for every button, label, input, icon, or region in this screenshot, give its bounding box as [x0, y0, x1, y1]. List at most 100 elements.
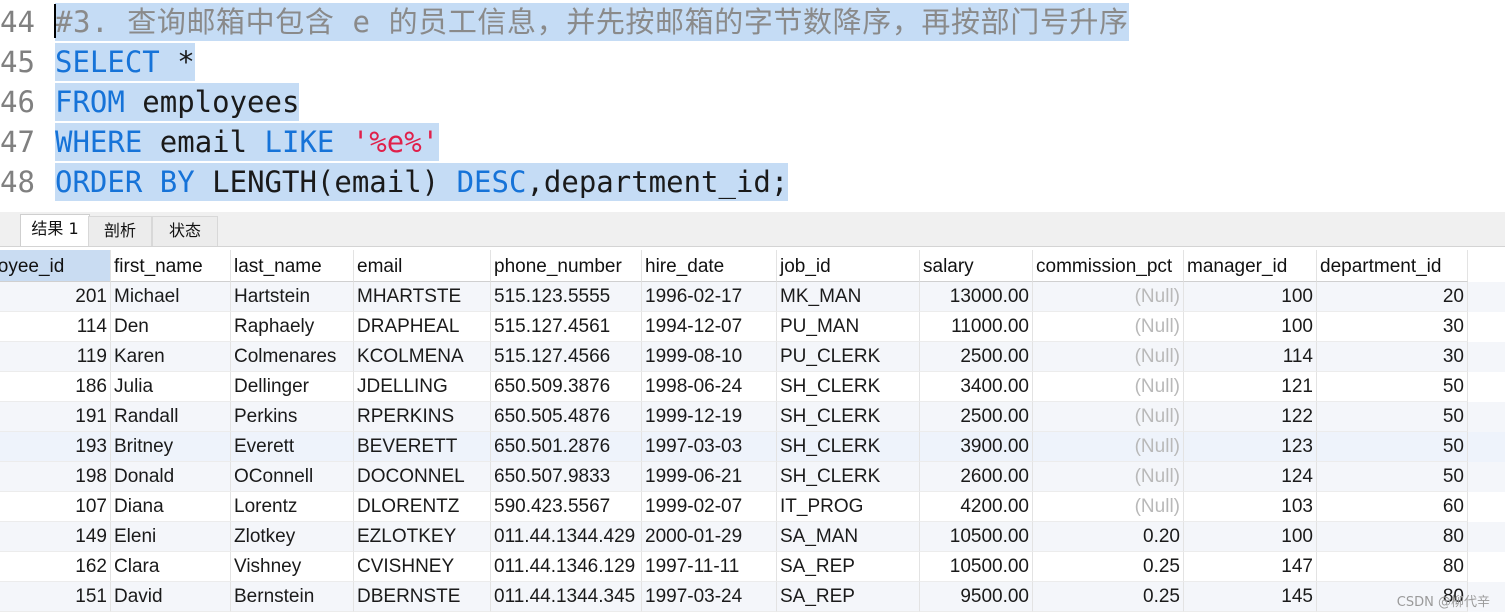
table-row[interactable]: 107 Diana Lorentz DLORENTZ 590.423.5567 1999-…: [0, 492, 1505, 522]
cell-hire-date[interactable]: 1997-03-24: [642, 582, 777, 612]
cell-salary[interactable]: 3400.00: [920, 372, 1033, 402]
cell-employee-id[interactable]: 186: [0, 372, 111, 402]
column-header-department-id[interactable]: department_id: [1317, 250, 1468, 282]
cell-last-name[interactable]: Bernstein: [231, 582, 354, 612]
cell-employee-id[interactable]: 151: [0, 582, 111, 612]
column-header-phone-number[interactable]: phone_number: [491, 250, 642, 282]
cell-last-name[interactable]: Hartstein: [231, 282, 354, 312]
cell-manager-id[interactable]: 123: [1184, 432, 1317, 462]
cell-email[interactable]: DRAPHEAL: [354, 312, 491, 342]
cell-hire-date[interactable]: 1998-06-24: [642, 372, 777, 402]
code-text[interactable]: SELECT *: [55, 43, 195, 81]
cell-commission-pct[interactable]: (Null): [1033, 282, 1184, 312]
cell-employee-id[interactable]: 114: [0, 312, 111, 342]
cell-manager-id[interactable]: 124: [1184, 462, 1317, 492]
cell-manager-id[interactable]: 100: [1184, 312, 1317, 342]
sql-editor[interactable]: 44 #3. 查询邮箱中包含 e 的员工信息，并先按邮箱的字节数降序，再按部门号…: [0, 0, 1505, 210]
cell-employee-id[interactable]: 201: [0, 282, 111, 312]
cell-phone-number[interactable]: 011.44.1344.429: [491, 522, 642, 552]
cell-commission-pct[interactable]: 0.25: [1033, 552, 1184, 582]
column-header-commission-pct[interactable]: commission_pct: [1033, 250, 1184, 282]
cell-salary[interactable]: 2500.00: [920, 402, 1033, 432]
cell-department-id[interactable]: 30: [1317, 312, 1468, 342]
cell-salary[interactable]: 2500.00: [920, 342, 1033, 372]
cell-job-id[interactable]: SH_CLERK: [777, 402, 920, 432]
cell-email[interactable]: DBERNSTE: [354, 582, 491, 612]
cell-phone-number[interactable]: 011.44.1344.345: [491, 582, 642, 612]
cell-first-name[interactable]: Julia: [111, 372, 231, 402]
cell-first-name[interactable]: Randall: [111, 402, 231, 432]
cell-manager-id[interactable]: 122: [1184, 402, 1317, 432]
cell-email[interactable]: KCOLMENA: [354, 342, 491, 372]
cell-last-name[interactable]: Everett: [231, 432, 354, 462]
cell-last-name[interactable]: Zlotkey: [231, 522, 354, 552]
cell-hire-date[interactable]: 1999-08-10: [642, 342, 777, 372]
cell-manager-id[interactable]: 100: [1184, 522, 1317, 552]
cell-commission-pct[interactable]: (Null): [1033, 432, 1184, 462]
cell-phone-number[interactable]: 650.509.3876: [491, 372, 642, 402]
table-row[interactable]: 198 Donald OConnell DOCONNEL 650.507.9833 199…: [0, 462, 1505, 492]
cell-salary[interactable]: 10500.00: [920, 552, 1033, 582]
code-text[interactable]: ORDER BY LENGTH(email) DESC,department_i…: [55, 163, 789, 201]
cell-first-name[interactable]: Britney: [111, 432, 231, 462]
cell-hire-date[interactable]: 1996-02-17: [642, 282, 777, 312]
cell-first-name[interactable]: Den: [111, 312, 231, 342]
cell-commission-pct[interactable]: (Null): [1033, 462, 1184, 492]
cell-commission-pct[interactable]: (Null): [1033, 402, 1184, 432]
cell-department-id[interactable]: 50: [1317, 402, 1468, 432]
cell-job-id[interactable]: SH_CLERK: [777, 372, 920, 402]
cell-job-id[interactable]: PU_MAN: [777, 312, 920, 342]
column-header-last-name[interactable]: last_name: [231, 250, 354, 282]
code-text[interactable]: FROM employees: [55, 83, 300, 121]
cell-manager-id[interactable]: 103: [1184, 492, 1317, 522]
cell-manager-id[interactable]: 121: [1184, 372, 1317, 402]
cell-salary[interactable]: 2600.00: [920, 462, 1033, 492]
table-row[interactable]: 162 Clara Vishney CVISHNEY 011.44.1346.129 19…: [0, 552, 1505, 582]
cell-commission-pct[interactable]: (Null): [1033, 312, 1184, 342]
cell-commission-pct[interactable]: (Null): [1033, 342, 1184, 372]
cell-department-id[interactable]: 30: [1317, 342, 1468, 372]
cell-phone-number[interactable]: 650.507.9833: [491, 462, 642, 492]
result-grid[interactable]: ployee_idfirst_namelast_nameemailphone_n…: [0, 250, 1505, 616]
cell-employee-id[interactable]: 162: [0, 552, 111, 582]
cell-last-name[interactable]: Lorentz: [231, 492, 354, 522]
cell-hire-date[interactable]: 1999-06-21: [642, 462, 777, 492]
cell-phone-number[interactable]: 590.423.5567: [491, 492, 642, 522]
code-line-46[interactable]: 46 FROM employees: [0, 82, 1505, 122]
cell-last-name[interactable]: OConnell: [231, 462, 354, 492]
code-line-48[interactable]: 48 ORDER BY LENGTH(email) DESC,departmen…: [0, 162, 1505, 202]
table-row[interactable]: 114 Den Raphaely DRAPHEAL 515.127.4561 1994-1…: [0, 312, 1505, 342]
cell-email[interactable]: JDELLING: [354, 372, 491, 402]
cell-commission-pct[interactable]: (Null): [1033, 492, 1184, 522]
code-line-45[interactable]: 45 SELECT *: [0, 42, 1505, 82]
cell-phone-number[interactable]: 515.127.4566: [491, 342, 642, 372]
cell-email[interactable]: MHARTSTE: [354, 282, 491, 312]
cell-first-name[interactable]: Michael: [111, 282, 231, 312]
cell-job-id[interactable]: SH_CLERK: [777, 462, 920, 492]
cell-phone-number[interactable]: 515.127.4561: [491, 312, 642, 342]
table-row[interactable]: 186 Julia Dellinger JDELLING 650.509.3876 199…: [0, 372, 1505, 402]
table-row[interactable]: 201 Michael Hartstein MHARTSTE 515.123.5555 1…: [0, 282, 1505, 312]
cell-department-id[interactable]: 50: [1317, 432, 1468, 462]
cell-salary[interactable]: 3900.00: [920, 432, 1033, 462]
cell-hire-date[interactable]: 2000-01-29: [642, 522, 777, 552]
cell-hire-date[interactable]: 1999-02-07: [642, 492, 777, 522]
cell-hire-date[interactable]: 1999-12-19: [642, 402, 777, 432]
cell-email[interactable]: CVISHNEY: [354, 552, 491, 582]
tab-status[interactable]: 状态: [152, 216, 218, 246]
column-header-manager-id[interactable]: manager_id: [1184, 250, 1317, 282]
cell-commission-pct[interactable]: 0.20: [1033, 522, 1184, 552]
cell-hire-date[interactable]: 1997-11-11: [642, 552, 777, 582]
cell-employee-id[interactable]: 149: [0, 522, 111, 552]
column-header-job-id[interactable]: job_id: [777, 250, 920, 282]
cell-hire-date[interactable]: 1997-03-03: [642, 432, 777, 462]
table-row[interactable]: 149 Eleni Zlotkey EZLOTKEY 011.44.1344.429 20…: [0, 522, 1505, 552]
table-row[interactable]: 193 Britney Everett BEVERETT 650.501.2876 199…: [0, 432, 1505, 462]
cell-email[interactable]: DOCONNEL: [354, 462, 491, 492]
tab-result-1[interactable]: 结果 1: [20, 214, 90, 246]
cell-first-name[interactable]: Donald: [111, 462, 231, 492]
cell-phone-number[interactable]: 650.501.2876: [491, 432, 642, 462]
cell-commission-pct[interactable]: (Null): [1033, 372, 1184, 402]
table-row[interactable]: 151 David Bernstein DBERNSTE 011.44.1344.345…: [0, 582, 1505, 612]
cell-last-name[interactable]: Vishney: [231, 552, 354, 582]
